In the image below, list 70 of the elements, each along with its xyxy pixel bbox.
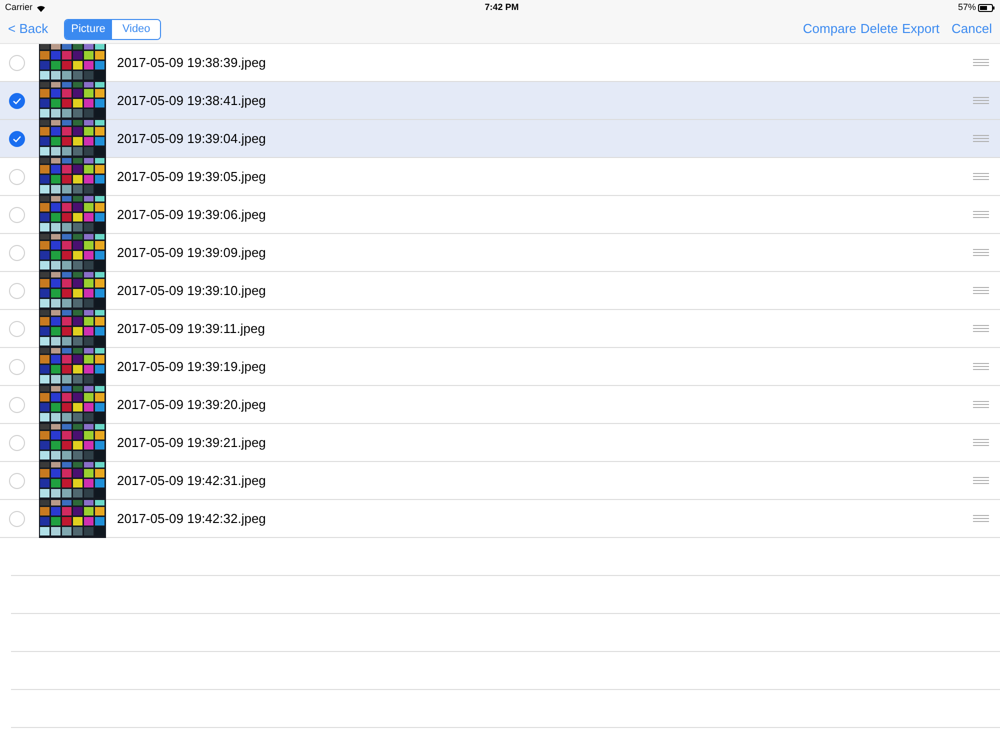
empty-circle-icon[interactable] (9, 472, 25, 488)
color-chart-thumbnail (39, 272, 106, 310)
color-chart-thumbnail (39, 500, 106, 538)
color-chart-thumbnail (39, 348, 106, 386)
reorder-handle-icon[interactable] (973, 249, 989, 256)
empty-circle-icon[interactable] (9, 244, 25, 260)
color-chart-thumbnail (39, 462, 106, 500)
color-chart-thumbnail (39, 196, 106, 234)
wifi-icon (36, 4, 46, 12)
file-name: 2017-05-09 19:39:19.jpeg (117, 358, 267, 376)
file-row[interactable]: 2017-05-09 19:39:20.jpeg (0, 386, 1000, 424)
reorder-handle-icon[interactable] (973, 477, 989, 484)
file-name: 2017-05-09 19:39:06.jpeg (117, 206, 267, 224)
reorder-handle-icon[interactable] (973, 97, 989, 104)
clock-time: 7:42 PM (484, 0, 519, 14)
file-row[interactable]: 2017-05-09 19:42:32.jpeg (0, 500, 1000, 538)
file-name: 2017-05-09 19:38:41.jpeg (117, 92, 267, 110)
empty-circle-icon[interactable] (9, 206, 25, 222)
color-chart-thumbnail (39, 310, 106, 348)
file-row[interactable]: 2017-05-09 19:38:39.jpeg (0, 44, 1000, 82)
empty-circle-icon[interactable] (9, 434, 25, 450)
color-chart-thumbnail (39, 120, 106, 158)
carrier-label: Carrier (5, 0, 33, 14)
file-row[interactable]: 2017-05-09 19:39:19.jpeg (0, 348, 1000, 386)
file-row[interactable]: 2017-05-09 19:39:10.jpeg (0, 272, 1000, 310)
file-name: 2017-05-09 19:39:10.jpeg (117, 282, 267, 300)
empty-circle-icon[interactable] (9, 282, 25, 298)
reorder-handle-icon[interactable] (973, 515, 989, 522)
file-row[interactable]: 2017-05-09 19:39:04.jpeg (0, 120, 1000, 158)
empty-circle-icon[interactable] (9, 54, 25, 70)
file-row[interactable]: 2017-05-09 19:39:21.jpeg (0, 424, 1000, 462)
battery-icon (978, 4, 995, 12)
file-name: 2017-05-09 19:39:04.jpeg (117, 130, 267, 148)
empty-circle-icon[interactable] (9, 396, 25, 412)
color-chart-thumbnail (39, 234, 106, 272)
reorder-handle-icon[interactable] (973, 439, 989, 446)
file-row[interactable]: 2017-05-09 19:39:05.jpeg (0, 158, 1000, 196)
empty-circle-icon[interactable] (9, 358, 25, 374)
empty-circle-icon[interactable] (9, 168, 25, 184)
color-chart-thumbnail (39, 158, 106, 196)
reorder-handle-icon[interactable] (973, 401, 989, 408)
color-chart-thumbnail (39, 44, 106, 82)
file-row[interactable]: 2017-05-09 19:42:31.jpeg (0, 462, 1000, 500)
file-name: 2017-05-09 19:39:09.jpeg (117, 244, 267, 262)
file-name: 2017-05-09 19:39:21.jpeg (117, 434, 267, 452)
reorder-handle-icon[interactable] (973, 59, 989, 66)
color-chart-thumbnail (39, 82, 106, 120)
empty-circle-icon[interactable] (9, 510, 25, 526)
battery-percentage: 57% (958, 0, 976, 14)
reorder-handle-icon[interactable] (973, 173, 989, 180)
reorder-handle-icon[interactable] (973, 287, 989, 294)
file-name: 2017-05-09 19:39:05.jpeg (117, 168, 267, 186)
file-name: 2017-05-09 19:39:11.jpeg (117, 320, 266, 338)
reorder-handle-icon[interactable] (973, 363, 989, 370)
file-name: 2017-05-09 19:38:39.jpeg (117, 54, 267, 72)
checked-circle-icon[interactable] (9, 130, 25, 146)
file-row[interactable]: 2017-05-09 19:39:11.jpeg (0, 310, 1000, 348)
file-row[interactable]: 2017-05-09 19:39:06.jpeg (0, 196, 1000, 234)
file-name: 2017-05-09 19:39:20.jpeg (117, 396, 267, 414)
reorder-handle-icon[interactable] (973, 211, 989, 218)
file-name: 2017-05-09 19:42:31.jpeg (117, 472, 267, 490)
checked-circle-icon[interactable] (9, 92, 25, 108)
color-chart-thumbnail (39, 386, 106, 424)
file-row[interactable]: 2017-05-09 19:38:41.jpeg (0, 82, 1000, 120)
reorder-handle-icon[interactable] (973, 135, 989, 142)
reorder-handle-icon[interactable] (973, 325, 989, 332)
file-name: 2017-05-09 19:42:32.jpeg (117, 510, 267, 528)
empty-circle-icon[interactable] (9, 320, 25, 336)
color-chart-thumbnail (39, 424, 106, 462)
file-row[interactable]: 2017-05-09 19:39:09.jpeg (0, 234, 1000, 272)
